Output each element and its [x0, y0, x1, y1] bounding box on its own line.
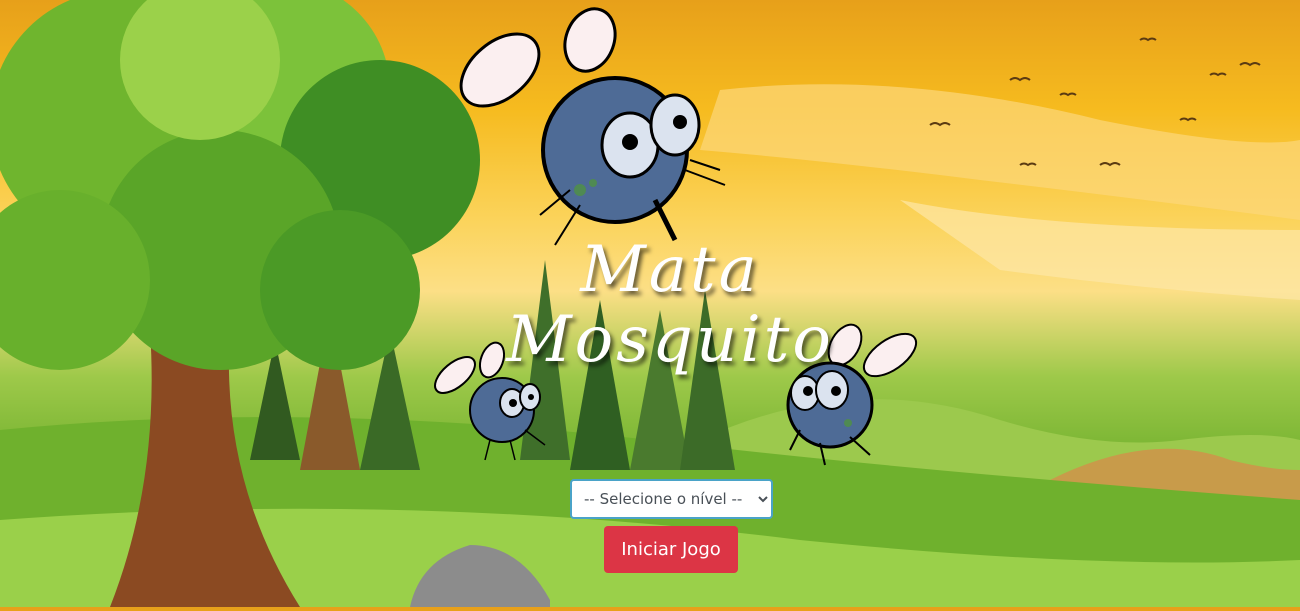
- mosquito-icon: [459, 7, 726, 246]
- level-select[interactable]: -- Selecione o nível --: [570, 479, 773, 519]
- game-title: Mata Mosquito: [506, 233, 834, 377]
- start-game-button[interactable]: Iniciar Jogo: [604, 526, 738, 573]
